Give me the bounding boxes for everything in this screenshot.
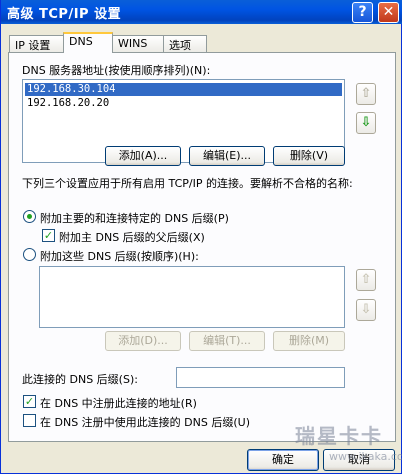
arrow-up-icon: ⇧	[360, 86, 372, 101]
dns-server-item[interactable]: 192.168.20.20	[25, 97, 342, 110]
tab-options[interactable]: 选项	[163, 35, 207, 52]
use-suffix-label[interactable]: 在 DNS 注册中使用此连接的 DNS 后缀(U)	[40, 414, 250, 430]
dns-server-item[interactable]: 192.168.30.104	[25, 83, 342, 96]
tab-wins[interactable]: WINS	[112, 35, 164, 52]
connection-suffix-label: 此连接的 DNS 后缀(S):	[22, 373, 138, 386]
parent-suffix-label[interactable]: 附加主 DNS 后缀的父后缀(X)	[59, 229, 205, 245]
remove-dns-server-button[interactable]: 删除(V)	[273, 146, 345, 166]
title-bar[interactable]: 高级 TCP/IP 设置 ? ✕	[1, 0, 402, 24]
cancel-button[interactable]: 取消	[323, 449, 395, 471]
add-dns-server-button[interactable]: 添加(A)...	[105, 146, 181, 166]
register-address-label[interactable]: 在 DNS 中注册此连接的地址(R)	[40, 395, 197, 411]
primary-suffix-label[interactable]: 附加主要的和连接特定的 DNS 后缀(P)	[40, 210, 229, 226]
move-up-button[interactable]: ⇧	[356, 83, 376, 105]
dialog-window: 高级 TCP/IP 设置 ? ✕ IP 设置 DNS WINS 选项 DNS 服…	[0, 0, 402, 474]
resolution-description: 下列三个设置应用于所有启用 TCP/IP 的连接。要解析不合格的名称:	[22, 177, 353, 190]
help-button[interactable]: ?	[352, 2, 373, 23]
window-title: 高级 TCP/IP 设置	[7, 7, 122, 22]
use-suffix-checkbox[interactable]	[23, 414, 36, 427]
edit-suffix-button[interactable]: 编辑(T)...	[189, 331, 265, 351]
register-address-checkbox[interactable]: ✓	[23, 395, 36, 408]
remove-suffix-button[interactable]: 删除(M)	[273, 331, 345, 351]
edit-dns-server-button[interactable]: 编辑(E)...	[189, 146, 265, 166]
these-suffixes-radio[interactable]	[23, 248, 36, 261]
arrow-down-icon: ⇩	[360, 302, 372, 317]
connection-suffix-input[interactable]	[176, 367, 345, 388]
parent-suffix-checkbox[interactable]: ✓	[42, 229, 55, 242]
dns-servers-label: DNS 服务器地址(按使用顺序排列)(N):	[22, 64, 211, 77]
arrow-up-icon: ⇧	[360, 272, 372, 287]
primary-suffix-radio[interactable]	[23, 210, 36, 223]
these-suffixes-label[interactable]: 附加这些 DNS 后缀(按顺序)(H):	[40, 248, 199, 264]
ok-button[interactable]: 确定	[247, 449, 319, 471]
checkmark-icon: ✓	[24, 395, 35, 408]
tab-dns[interactable]: DNS	[63, 32, 113, 53]
arrow-down-icon: ⇩	[360, 115, 372, 130]
checkmark-icon: ✓	[43, 229, 54, 242]
add-suffix-button[interactable]: 添加(D)...	[105, 331, 181, 351]
suffix-up-button[interactable]: ⇧	[356, 269, 376, 291]
suffix-down-button[interactable]: ⇩	[356, 299, 376, 321]
move-down-button[interactable]: ⇩	[356, 112, 376, 134]
tab-ip-settings[interactable]: IP 设置	[9, 35, 64, 52]
dns-suffix-list[interactable]	[39, 266, 345, 328]
dns-tab-panel: DNS 服务器地址(按使用顺序排列)(N): 192.168.30.104 19…	[8, 52, 396, 442]
close-button[interactable]: ✕	[378, 2, 399, 23]
